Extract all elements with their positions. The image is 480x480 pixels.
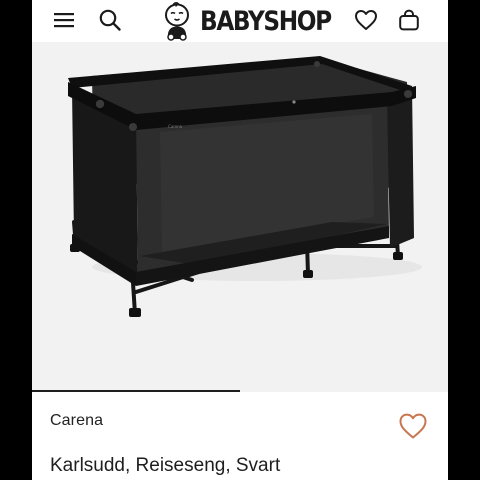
shopping-bag-icon: [399, 9, 419, 31]
babyshop-logo[interactable]: BABYSHOP: [160, 0, 352, 42]
cart-button[interactable]: [395, 6, 423, 34]
travel-cot-image: Carena: [68, 56, 422, 317]
product-title: Karlsudd, Reiseseng, Svart: [50, 455, 281, 476]
menu-button[interactable]: [50, 6, 78, 34]
crib-brand-label: Carena: [168, 124, 183, 129]
add-to-wishlist-button[interactable]: [396, 410, 430, 442]
product-brand[interactable]: Carena: [50, 412, 103, 430]
hamburger-menu-icon: [54, 13, 74, 28]
gallery-progress-indicator: [32, 390, 240, 392]
logo-wordmark: BABYSHOP: [200, 5, 332, 37]
product-image[interactable]: Carena: [32, 42, 448, 392]
baby-mascot-icon: [165, 2, 189, 41]
search-icon: [99, 9, 121, 31]
wishlist-header-button[interactable]: [352, 6, 380, 34]
top-bar: BABYSHOP: [32, 0, 448, 42]
heart-outline-icon: [399, 413, 427, 439]
search-button[interactable]: [96, 6, 124, 34]
app-screen: BABYSHOP Carena Carena Karlsudd, Reisese…: [32, 0, 448, 480]
heart-icon: [355, 10, 377, 30]
